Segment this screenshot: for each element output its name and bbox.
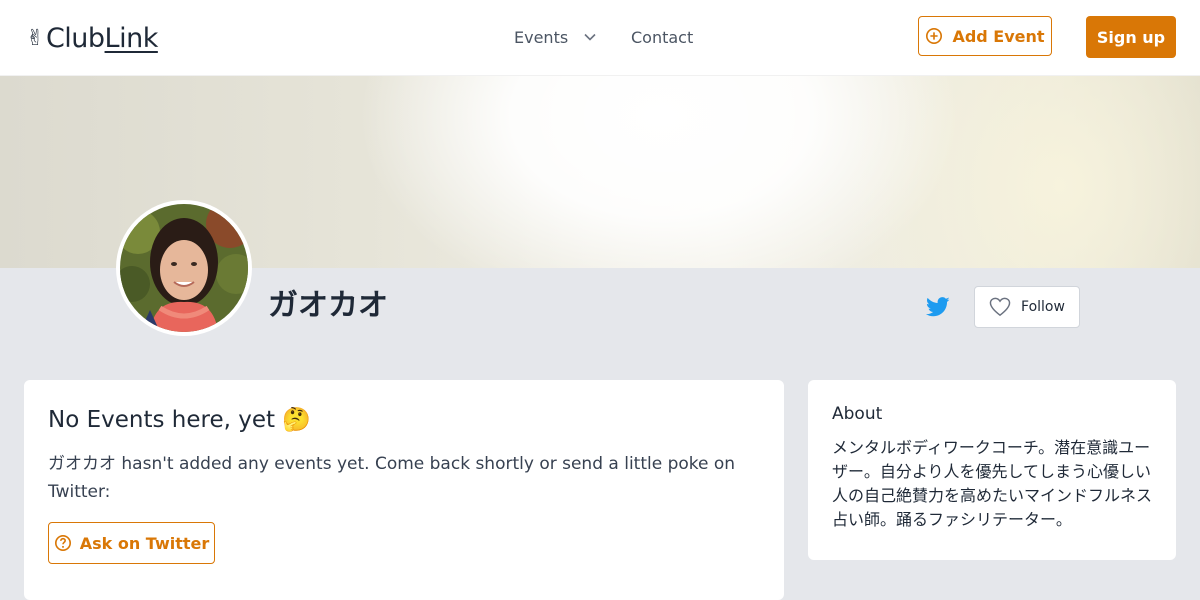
follow-label: Follow (1021, 299, 1065, 315)
events-empty-message: ガオカオ hasn't added any events yet. Come b… (48, 454, 736, 502)
events-empty-title: No Events here, yet 🤔 (48, 407, 311, 433)
profile-name: ガオカオ (268, 288, 388, 323)
heart-icon (989, 297, 1011, 317)
ask-on-twitter-button[interactable]: Ask on Twitter (48, 522, 215, 564)
about-title: About (832, 404, 883, 424)
nav-contact-label: Contact (631, 27, 694, 47)
top-header: ✌ Club Link Events Contact Add Event Sign… (0, 0, 1200, 76)
twitter-profile-link[interactable] (925, 296, 950, 318)
chevron-down-icon (584, 33, 596, 41)
sign-up-label: Sign up (1096, 27, 1166, 47)
clublink-logo[interactable]: ✌ Club Link (26, 20, 158, 56)
events-card: No Events here, yet 🤔 ガオカオ hasn't added … (24, 380, 784, 600)
sign-up-button[interactable]: Sign up (1086, 16, 1176, 58)
logo-text-prefix: Club (45, 22, 105, 54)
follow-button[interactable]: Follow (974, 286, 1080, 328)
plus-circle-icon (926, 27, 943, 45)
nav-events-dropdown[interactable]: Events (514, 24, 596, 50)
about-text: メンタルボディワークコーチ。潜在意識ユーザー。自分より人を優先してしまう心優しい… (832, 438, 1153, 529)
logo-text-link: Link (104, 22, 159, 54)
add-event-button[interactable]: Add Event (918, 16, 1052, 56)
add-event-label: Add Event (952, 26, 1045, 46)
profile-avatar (116, 200, 252, 336)
twitter-icon (925, 297, 950, 317)
victory-hand-icon: ✌ (26, 25, 44, 51)
nav-events-label: Events (514, 27, 569, 47)
ask-on-twitter-label: Ask on Twitter (79, 533, 210, 553)
nav-contact-link[interactable]: Contact (631, 24, 693, 50)
question-circle-icon (54, 534, 71, 552)
about-card: About メンタルボディワークコーチ。潜在意識ユーザー。自分より人を優先してし… (808, 380, 1176, 560)
